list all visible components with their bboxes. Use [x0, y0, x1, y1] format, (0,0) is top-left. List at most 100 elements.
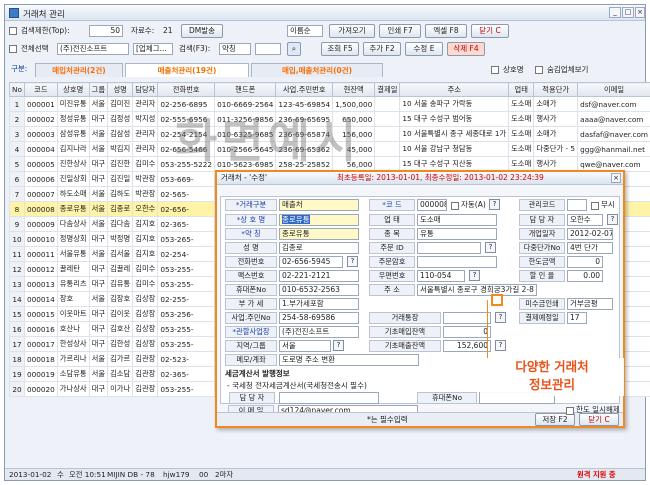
- close-button[interactable]: 닫기 C: [471, 24, 509, 38]
- grid-header-cell[interactable]: 전화번호: [157, 82, 216, 97]
- grid-header-cell[interactable]: 그룹: [88, 82, 109, 97]
- tab-both[interactable]: 매입,매출처관리(0건): [251, 63, 383, 77]
- table-cell: 소매가: [533, 126, 579, 142]
- search-input[interactable]: [255, 43, 281, 55]
- company-select[interactable]: (주)전진소프트: [279, 326, 359, 338]
- multi-price-select[interactable]: 4번 단가: [567, 242, 613, 254]
- search-icon[interactable]: ⌕: [287, 42, 301, 56]
- grid-header-cell[interactable]: 적용단가: [533, 82, 579, 97]
- dialog-close-icon[interactable]: ×: [611, 173, 621, 183]
- region-select[interactable]: 서울: [279, 340, 331, 352]
- credit-input[interactable]: 0: [567, 256, 603, 268]
- sort-select[interactable]: 이름순: [287, 25, 323, 37]
- search-limit-input[interactable]: 50: [89, 25, 123, 37]
- grid-header-cell[interactable]: 업태: [508, 82, 535, 97]
- search-limit-checkbox[interactable]: [9, 26, 17, 35]
- manager-input[interactable]: 오한수: [567, 214, 603, 226]
- query-button[interactable]: 조회 F5: [321, 42, 359, 56]
- close-icon[interactable]: ×: [635, 7, 645, 18]
- jongmok-input[interactable]: 유통: [417, 228, 497, 240]
- order-id-input[interactable]: [417, 242, 481, 254]
- zip-search-button[interactable]: ?: [469, 270, 480, 281]
- upte-input[interactable]: 도소매: [417, 214, 497, 226]
- label-sangho: *상 호 명: [225, 214, 277, 226]
- table-cell: 053-265-: [157, 231, 216, 247]
- discount-input[interactable]: 0.00: [567, 270, 603, 282]
- category-select[interactable]: [업체그...: [133, 43, 173, 55]
- auto-code-checkbox[interactable]: [451, 201, 459, 210]
- sangho-checkbox[interactable]: [491, 65, 499, 74]
- minimize-icon[interactable]: _: [609, 7, 621, 18]
- maximize-icon[interactable]: □: [622, 7, 634, 18]
- bank-help-button[interactable]: ?: [495, 312, 506, 323]
- region-help-button[interactable]: ?: [333, 340, 344, 351]
- grid-header-cell[interactable]: 주소: [399, 82, 510, 97]
- base-sales-help-button[interactable]: ?: [495, 340, 506, 351]
- label-short: *약 칭: [225, 228, 277, 240]
- grid-header-cell[interactable]: 상호명: [56, 82, 90, 97]
- limit-release-checkbox[interactable]: [566, 406, 574, 415]
- zip-input[interactable]: 110-054: [417, 270, 465, 282]
- grid-header-cell[interactable]: 사업.주민번호: [275, 82, 334, 97]
- phone-input[interactable]: 02-656-5945: [279, 256, 343, 268]
- table-cell: 대구: [88, 336, 109, 352]
- ignore-checkbox[interactable]: [591, 201, 599, 210]
- grid-header-cell[interactable]: 이메일: [577, 82, 650, 97]
- grid-header-cell[interactable]: 현잔액: [332, 82, 376, 97]
- mobile-input[interactable]: 010-6532-2563: [279, 284, 359, 296]
- table-cell: 삼성유통: [56, 126, 90, 142]
- print-button[interactable]: 인쇄 F7: [379, 24, 421, 38]
- payday-input[interactable]: 17: [567, 312, 587, 324]
- search-field-select[interactable]: 약칭: [219, 43, 251, 55]
- sangho-input[interactable]: 종로유통: [279, 214, 359, 226]
- type-select[interactable]: 매출처: [279, 199, 359, 211]
- grid-header-cell[interactable]: 결제일: [374, 82, 401, 97]
- opendate-input[interactable]: 2012-02-07: [567, 228, 613, 240]
- tabs-label: 구분:: [11, 64, 28, 73]
- table-cell: 김지나라: [56, 141, 90, 157]
- edit-button[interactable]: 수정 E: [405, 42, 443, 56]
- bank-select[interactable]: [443, 312, 491, 324]
- manager-help-button[interactable]: ?: [607, 214, 618, 225]
- bizno-input[interactable]: 254-58-69586: [279, 312, 359, 324]
- order-id-help-button[interactable]: ?: [485, 242, 496, 253]
- grid-header-cell[interactable]: No: [9, 82, 25, 97]
- table-cell: 박지성: [132, 111, 159, 127]
- code-input[interactable]: 000008: [417, 199, 447, 211]
- mgmt-code-input[interactable]: [567, 199, 587, 211]
- code-help-button[interactable]: ?: [489, 199, 500, 210]
- show-hidden-checkbox[interactable]: [535, 65, 543, 74]
- table-cell: 관리자: [132, 126, 159, 142]
- label-bizno: 사업.주민No: [225, 312, 277, 324]
- grid-header-cell[interactable]: 핸드폰: [214, 82, 277, 97]
- company-select[interactable]: (주)전진소프트: [57, 43, 129, 55]
- grid-header-cell[interactable]: 담당자: [132, 82, 159, 97]
- excel-button[interactable]: 엑셀 F8: [425, 24, 467, 38]
- tab-sales[interactable]: 매출처관리(19건): [125, 63, 249, 77]
- grid-header-cell[interactable]: 코드: [23, 82, 58, 97]
- tab-purchase[interactable]: 매입처관리(2건): [35, 63, 123, 77]
- order-pw-input[interactable]: [417, 256, 497, 268]
- base-sales-input[interactable]: 152,600: [443, 340, 491, 352]
- phone-help-button[interactable]: ?: [347, 256, 358, 267]
- vat-select[interactable]: 1.부가세포함: [279, 298, 359, 310]
- fax-input[interactable]: 02-221-2121: [279, 270, 359, 282]
- add-button[interactable]: 추가 F2: [363, 42, 401, 56]
- table-cell: 미진유통: [56, 96, 90, 112]
- address-input[interactable]: 서울특별시 종로구 경희궁3가길 2-8: [417, 284, 537, 296]
- select-all-checkbox[interactable]: [9, 44, 17, 53]
- import-button[interactable]: 가져오기: [329, 24, 375, 38]
- name-input[interactable]: 김종로: [279, 242, 359, 254]
- unpaid-print-select[interactable]: 거부금평: [567, 298, 613, 310]
- memo-input[interactable]: 도로명 주소 변환: [279, 354, 419, 366]
- table-cell: 김상장: [132, 321, 159, 337]
- tax-manager-input[interactable]: [279, 392, 379, 404]
- sangho-selected-text: 종로유통: [282, 215, 310, 224]
- grid-header-cell[interactable]: 성명: [107, 82, 134, 97]
- data-count-label: 자료수:: [131, 26, 155, 35]
- short-name-input[interactable]: 종로유통: [279, 228, 359, 240]
- dm-send-button[interactable]: DM발송: [181, 24, 223, 38]
- table-cell: 서울: [88, 186, 109, 202]
- delete-button[interactable]: 삭제 F4: [447, 42, 485, 56]
- base-purchase-input[interactable]: 0: [443, 326, 491, 338]
